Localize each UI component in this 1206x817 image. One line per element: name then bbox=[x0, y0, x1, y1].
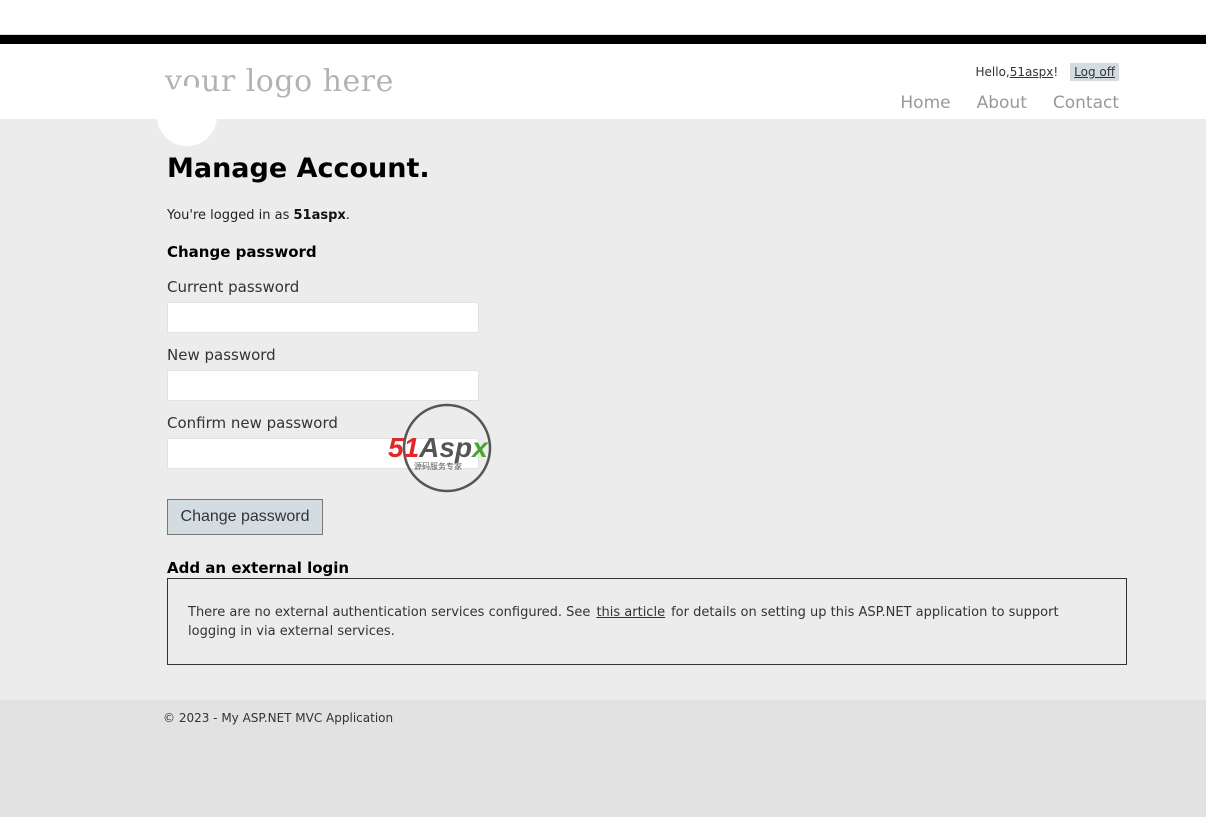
page-title: Manage Account. bbox=[167, 153, 430, 184]
greeting-suffix: ! bbox=[1053, 65, 1059, 79]
login-area: Hello, 51aspx ! Log off bbox=[975, 63, 1119, 81]
main-content: Manage Account. You're logged in as 51as… bbox=[0, 119, 1206, 700]
current-password-label: Current password bbox=[167, 278, 300, 296]
change-password-button[interactable]: Change password bbox=[167, 499, 323, 535]
logo-circle-decoration bbox=[157, 86, 217, 146]
greeting-prefix: Hello, bbox=[975, 65, 1010, 79]
external-text-before: There are no external authentication ser… bbox=[188, 605, 591, 620]
logged-in-message: You're logged in as 51aspx. bbox=[167, 208, 350, 223]
top-black-bar bbox=[0, 35, 1206, 44]
nav-about[interactable]: About bbox=[977, 93, 1027, 113]
watermark-logo: 51Aspx 源码服务专家 bbox=[388, 403, 492, 493]
change-password-heading: Change password bbox=[167, 243, 317, 261]
site-footer: © 2023 - My ASP.NET MVC Application bbox=[0, 700, 1206, 817]
this-article-link[interactable]: this article bbox=[590, 605, 671, 620]
watermark-tagline: 源码服务专家 bbox=[414, 461, 462, 471]
new-password-input[interactable] bbox=[167, 370, 479, 401]
top-whitespace bbox=[0, 0, 1206, 35]
external-login-heading: Add an external login bbox=[167, 559, 350, 577]
logoff-button[interactable]: Log off bbox=[1070, 63, 1119, 81]
logged-in-prefix: You're logged in as bbox=[167, 208, 294, 223]
new-password-label: New password bbox=[167, 346, 276, 364]
confirm-password-label: Confirm new password bbox=[167, 414, 338, 432]
external-login-message: There are no external authentication ser… bbox=[167, 578, 1127, 665]
current-password-input[interactable] bbox=[167, 302, 479, 333]
nav-home[interactable]: Home bbox=[900, 93, 950, 113]
main-menu: Home About Contact bbox=[900, 93, 1119, 113]
nav-contact[interactable]: Contact bbox=[1053, 93, 1119, 113]
copyright-text: © 2023 - My ASP.NET MVC Application bbox=[163, 711, 394, 725]
logged-in-suffix: . bbox=[345, 208, 350, 223]
logged-in-username: 51aspx bbox=[293, 208, 346, 223]
site-header: your logo here Hello, 51aspx ! Log off H… bbox=[0, 44, 1206, 146]
watermark-brand: 51Aspx bbox=[388, 432, 489, 463]
username-link[interactable]: 51aspx bbox=[1010, 65, 1054, 79]
